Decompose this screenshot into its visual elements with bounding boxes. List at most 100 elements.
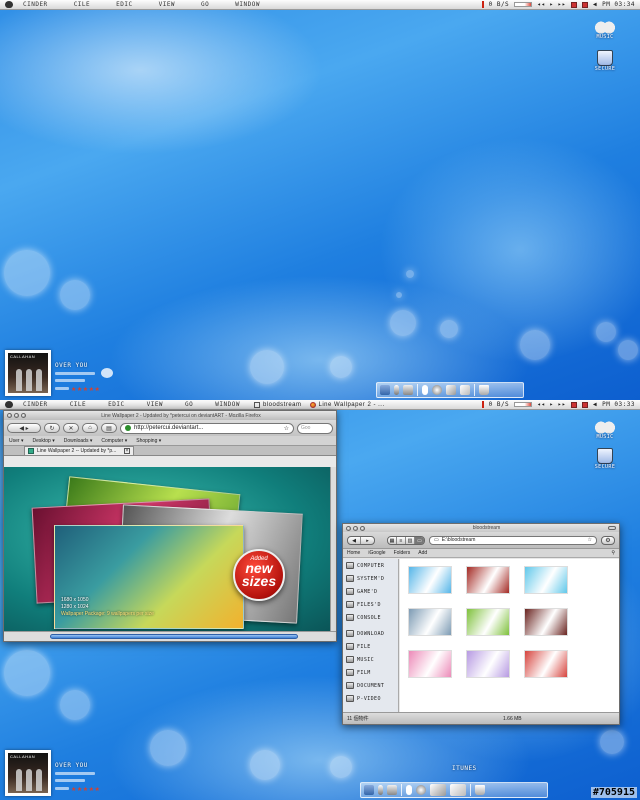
album-art[interactable]: CALLAHAN — [5, 750, 51, 796]
toolbar-toggle-icon[interactable] — [608, 526, 616, 530]
shortcut-folders[interactable]: Folders — [394, 550, 411, 556]
flag-icon[interactable] — [581, 1, 588, 8]
sidebar-item-system[interactable]: SYSTEM'D — [343, 572, 398, 585]
sidebar-item-download[interactable]: DOWNLOAD — [343, 627, 398, 640]
horizontal-scrollbar[interactable] — [4, 631, 336, 641]
bookmark-downloads[interactable]: Downloads — [64, 438, 93, 444]
sidebar-item-files[interactable]: FILES'D — [343, 598, 398, 611]
menu-file[interactable]: CILE — [74, 1, 90, 8]
file-thumbnail[interactable] — [524, 566, 568, 594]
bookmark-user[interactable]: User — [9, 438, 23, 444]
list-view-icon[interactable]: ≡ — [397, 536, 406, 544]
trash-icon[interactable] — [479, 385, 489, 395]
clock[interactable]: PM 03:33 — [602, 401, 635, 408]
mouse-dock-icon[interactable] — [422, 385, 428, 395]
firefox-titlebar[interactable]: Line Wallpaper 2 - Updated by *petercui … — [4, 411, 336, 420]
file-thumbnail[interactable] — [524, 608, 568, 636]
sidebar-item-document[interactable]: DOCUMENT — [343, 679, 398, 692]
desktop-icon-secure[interactable]: SECURE — [590, 50, 620, 72]
brush-dock-icon[interactable] — [460, 385, 470, 395]
calendar-icon[interactable] — [570, 1, 577, 8]
icon-view-icon[interactable]: ▦ — [388, 536, 397, 544]
menu-view[interactable]: VIEW — [159, 1, 175, 8]
bookmark-shopping[interactable]: Shopping — [136, 438, 161, 444]
finder-dock-icon[interactable] — [364, 785, 374, 795]
taskbar-item-bloodstream[interactable]: bloodstream — [253, 401, 302, 408]
brush-dock-icon[interactable] — [450, 784, 466, 796]
view-mode-switch[interactable]: ▦ ≡ ▥ ▭ — [387, 535, 425, 545]
file-thumbnail[interactable] — [408, 608, 452, 636]
flag-icon[interactable] — [581, 401, 588, 408]
bookmark-star-icon[interactable]: ☆ — [284, 425, 289, 432]
sidebar-item-computer[interactable]: COMPUTER — [343, 559, 398, 572]
finder-dock-icon[interactable] — [380, 385, 390, 395]
desktop-icon-secure[interactable]: SECURE — [590, 448, 620, 470]
desktop-icon-music[interactable]: MUSIC — [590, 418, 620, 440]
volume-icon[interactable]: ◀ — [593, 401, 597, 408]
file-thumbnail[interactable] — [524, 650, 568, 678]
column-view-icon[interactable]: ▥ — [406, 536, 415, 544]
search-icon[interactable]: ⚲ — [611, 550, 615, 556]
ipod-dock-icon[interactable] — [378, 785, 383, 795]
pen-dock-icon[interactable] — [446, 385, 456, 395]
apple-icon[interactable] — [5, 401, 13, 408]
microphone-icon[interactable] — [481, 1, 484, 8]
menu-finder[interactable]: CINDER — [23, 1, 48, 8]
trash-icon[interactable] — [475, 785, 485, 795]
menu-edit[interactable]: EDIC — [108, 401, 124, 408]
finder-titlebar[interactable]: bloodstream — [343, 524, 619, 532]
monitor-dock-icon[interactable] — [403, 385, 413, 395]
calendar-icon[interactable] — [570, 401, 577, 408]
bookmark-computer[interactable]: Computer — [101, 438, 127, 444]
menu-file[interactable]: CILE — [70, 401, 86, 408]
home-button[interactable]: ⌂ — [82, 423, 98, 433]
favorite-star-icon[interactable]: ☆ — [588, 537, 592, 543]
stop-button[interactable]: ✕ — [63, 423, 79, 433]
media-controls-icon[interactable]: ◂◂ ▸ ▸▸ — [537, 1, 566, 8]
clock[interactable]: PM 03:34 — [602, 1, 635, 8]
file-thumbnail[interactable] — [466, 608, 510, 636]
path-field[interactable]: ▭ E:\bloodstream ☆ — [429, 535, 597, 545]
microphone-icon[interactable] — [481, 401, 484, 408]
sidebar-item-music[interactable]: MUSIC — [343, 653, 398, 666]
back-forward-button[interactable]: ◀ ▸ — [7, 423, 41, 433]
file-thumbnail[interactable] — [466, 650, 510, 678]
rating-stars[interactable]: ★★★★★ — [71, 786, 100, 793]
media-controls-icon[interactable]: ◂◂ ▸ ▸▸ — [537, 401, 566, 408]
close-window-icon[interactable] — [346, 525, 351, 531]
sidebar-item-file[interactable]: FILE — [343, 640, 398, 653]
itunes-dock-icon[interactable] — [432, 385, 442, 395]
scrollbar-thumb[interactable] — [50, 634, 298, 639]
file-thumbnail[interactable] — [466, 566, 510, 594]
sidebar-item-film[interactable]: FILM — [343, 666, 398, 679]
play-control-icon[interactable] — [101, 368, 113, 378]
vertical-scrollbar[interactable] — [330, 467, 336, 633]
rating-stars[interactable]: ★★★★★ — [71, 386, 100, 393]
shortcut-add[interactable]: Add — [418, 550, 427, 556]
search-input[interactable]: Goo — [297, 422, 333, 434]
album-art[interactable]: CALLAHAN — [5, 350, 51, 396]
taskbar-item-firefox[interactable]: Line Wallpaper 2 - ... — [309, 401, 385, 408]
menu-finder[interactable]: CINDER — [23, 401, 48, 408]
itunes-dock-icon[interactable] — [416, 785, 426, 795]
minimize-window-icon[interactable] — [14, 413, 19, 418]
volume-icon[interactable]: ◀ — [593, 1, 597, 8]
menu-window[interactable]: WINDOW — [235, 1, 260, 8]
menu-edit[interactable]: EDIC — [116, 1, 132, 8]
apple-icon[interactable] — [5, 1, 13, 8]
sidebar-item-console[interactable]: CONSOLE — [343, 611, 398, 624]
ipod-dock-icon[interactable] — [394, 385, 399, 395]
file-thumbnail[interactable] — [408, 650, 452, 678]
shortcut-igoogle[interactable]: iGoogle — [368, 550, 385, 556]
cpu-meter-icon[interactable] — [514, 2, 533, 7]
tab-line-wallpaper[interactable]: Line Wallpaper 2 -- Updated by *p... × — [24, 446, 134, 455]
mouse-dock-icon[interactable] — [406, 785, 412, 795]
file-thumbnail[interactable] — [408, 566, 452, 594]
desktop-icon-music[interactable]: MUSIC — [590, 18, 620, 40]
menu-view[interactable]: VIEW — [147, 401, 163, 408]
print-button[interactable]: ▤ — [101, 423, 117, 433]
monitor-dock-icon[interactable] — [387, 785, 397, 795]
pen-dock-icon[interactable] — [430, 784, 446, 796]
coverflow-view-icon[interactable]: ▭ — [415, 536, 424, 544]
reload-button[interactable]: ↻ — [44, 423, 60, 433]
